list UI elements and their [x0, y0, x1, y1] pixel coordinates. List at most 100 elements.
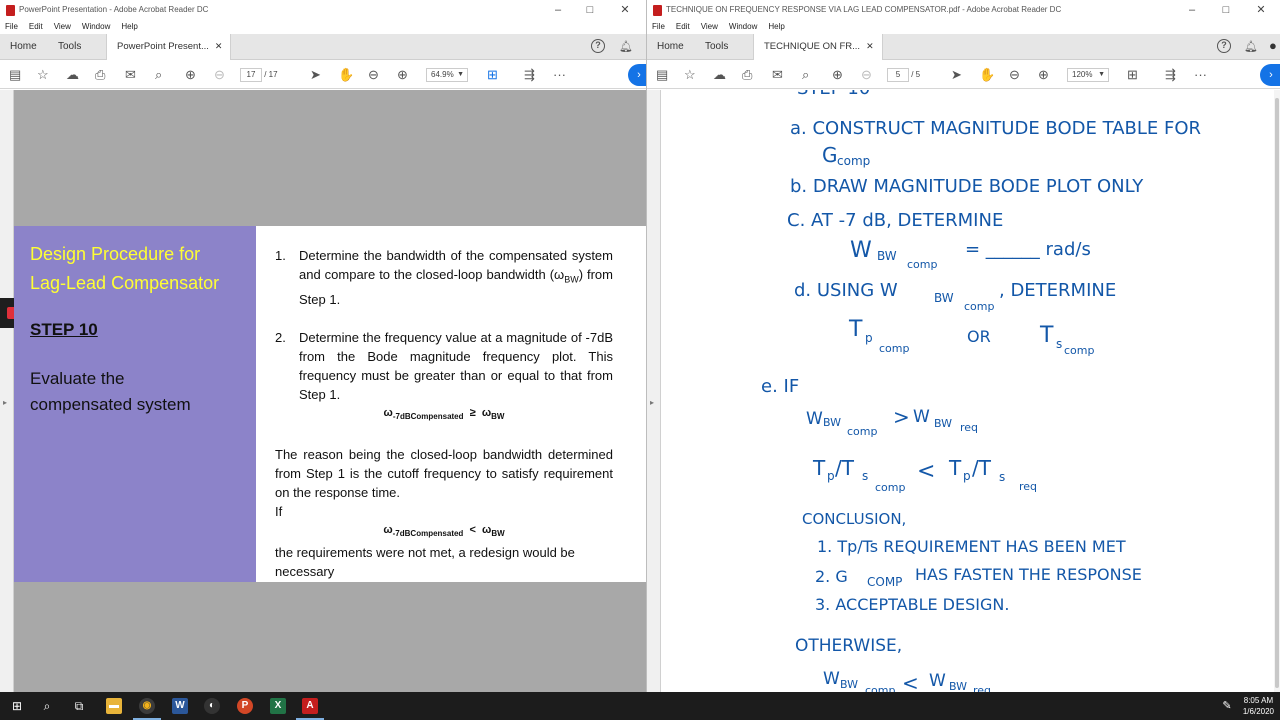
- menu-view[interactable]: View: [54, 20, 71, 34]
- save-icon[interactable]: ▤: [656, 67, 668, 83]
- maximize-button[interactable]: □: [577, 0, 603, 20]
- maximize-button[interactable]: □: [1213, 0, 1239, 20]
- menu-edit[interactable]: Edit: [676, 20, 690, 34]
- menu-edit[interactable]: Edit: [29, 20, 43, 34]
- print-icon[interactable]: ⎙: [742, 67, 752, 83]
- account-icon[interactable]: ●: [1269, 38, 1277, 53]
- acrobat-taskbar-icon[interactable]: A: [302, 698, 318, 714]
- task-view-icon[interactable]: ⧉: [64, 692, 94, 720]
- minimize-button[interactable]: –: [1179, 0, 1205, 20]
- document-view: ▸ Design Procedure for Lag-Lead Compensa…: [0, 90, 646, 692]
- menu-file[interactable]: File: [652, 20, 665, 34]
- note-e-w2-sub: BW: [934, 417, 952, 430]
- close-tab-icon[interactable]: ✕: [866, 41, 874, 51]
- notification-bell-icon[interactable]: 🔔︎: [1244, 40, 1258, 53]
- subscript: BW: [491, 411, 505, 421]
- note-e-t1-sub: p: [827, 469, 835, 483]
- bookmark-star-icon[interactable]: ☆: [37, 67, 49, 83]
- email-icon[interactable]: ✉: [772, 67, 783, 83]
- more-options-icon[interactable]: ···: [1194, 67, 1207, 83]
- slide-title-panel: Design Procedure for Lag-Lead Compensato…: [14, 226, 256, 582]
- fit-page-icon[interactable]: ⊞: [1127, 67, 1138, 83]
- tab-bar: Home Tools TECHNIQUE ON FR... ✕ ? 🔔︎ ●: [647, 34, 1280, 60]
- share-panel-button[interactable]: ›: [628, 64, 646, 86]
- zoom-select[interactable]: 64.9% ▼: [426, 68, 468, 82]
- expand-panel-icon[interactable]: ▸: [3, 398, 7, 407]
- handwritten-notes: STEP 10 a. CONSTRUCT MAGNITUDE BODE TABL…: [761, 90, 1201, 692]
- upload-cloud-icon[interactable]: ☁: [713, 67, 726, 83]
- hand-tool-icon[interactable]: ✋: [979, 67, 995, 83]
- omega-symbol: ω: [383, 406, 393, 419]
- toolbar: ▤ ☆ ☁ ⎙ ✉ ⌕ ⊕ ⊖ 17 / 17 ➤ ✋ ⊖ ⊕ 64.9% ▼ ⊞…: [0, 61, 646, 89]
- equation-lt: ω-7dBCompensated < ωBW: [275, 521, 613, 543]
- menu-view[interactable]: View: [701, 20, 718, 34]
- search-icon[interactable]: ⌕: [155, 67, 162, 83]
- word-icon[interactable]: W: [172, 698, 188, 714]
- page-number-input[interactable]: 5: [887, 68, 909, 82]
- zoom-in-icon[interactable]: ⊕: [397, 67, 408, 83]
- help-icon[interactable]: ?: [591, 39, 605, 53]
- windows-start-icon[interactable]: ⊞: [2, 692, 32, 720]
- scroll-mode-icon[interactable]: ⇶: [524, 67, 535, 83]
- browser-icon[interactable]: ◐: [204, 698, 220, 714]
- tab-home[interactable]: Home: [657, 41, 684, 52]
- save-icon[interactable]: ▤: [9, 67, 21, 83]
- scrollbar-thumb[interactable]: [1275, 98, 1279, 688]
- tab-tools[interactable]: Tools: [58, 41, 81, 52]
- tab-bar: Home Tools PowerPoint Present... ✕ ? 🔔︎: [0, 34, 646, 60]
- vertical-scrollbar[interactable]: [1274, 90, 1280, 692]
- more-options-icon[interactable]: ···: [553, 67, 566, 83]
- zoom-select[interactable]: 120% ▼: [1067, 68, 1109, 82]
- page-up-icon[interactable]: ⊕: [185, 67, 196, 83]
- note-e-lt: <: [917, 459, 935, 484]
- tab-tools[interactable]: Tools: [705, 41, 728, 52]
- excel-icon[interactable]: X: [270, 698, 286, 714]
- note-e-t2-sub2: s: [999, 470, 1005, 484]
- powerpoint-icon[interactable]: P: [237, 698, 253, 714]
- file-explorer-icon[interactable]: ▬: [106, 698, 122, 714]
- menu-help[interactable]: Help: [768, 20, 784, 34]
- window-title: TECHNIQUE ON FREQUENCY RESPONSE VIA LAG …: [666, 5, 1062, 14]
- minimize-button[interactable]: –: [545, 0, 571, 20]
- share-panel-button[interactable]: ›: [1260, 64, 1280, 86]
- fit-page-icon[interactable]: ⊞: [487, 67, 498, 83]
- select-cursor-icon[interactable]: ➤: [951, 67, 962, 83]
- chrome-icon[interactable]: ◉: [139, 698, 155, 714]
- pen-tray-icon[interactable]: ✎: [1212, 692, 1242, 720]
- close-button[interactable]: ✕: [1248, 0, 1274, 20]
- page-down-icon[interactable]: ⊖: [214, 67, 225, 83]
- menu-window[interactable]: Window: [729, 20, 757, 34]
- page-up-icon[interactable]: ⊕: [832, 67, 843, 83]
- zoom-in-icon[interactable]: ⊕: [1038, 67, 1049, 83]
- menu-bar: File Edit View Window Help: [647, 20, 1280, 34]
- search-icon[interactable]: ⌕: [802, 67, 809, 83]
- list-number: 1.: [275, 248, 286, 263]
- operator: ≥: [469, 406, 476, 419]
- upload-cloud-icon[interactable]: ☁: [66, 67, 79, 83]
- tab-home[interactable]: Home: [10, 41, 37, 52]
- tab-document[interactable]: TECHNIQUE ON FR... ✕: [753, 34, 883, 60]
- notification-bell-icon[interactable]: 🔔︎: [619, 40, 633, 53]
- zoom-out-icon[interactable]: ⊖: [1009, 67, 1020, 83]
- menu-help[interactable]: Help: [121, 20, 137, 34]
- print-icon[interactable]: ⎙: [95, 67, 105, 83]
- close-button[interactable]: ✕: [612, 0, 638, 20]
- list-number: 2.: [275, 329, 286, 345]
- menu-window[interactable]: Window: [82, 20, 110, 34]
- help-icon[interactable]: ?: [1217, 39, 1231, 53]
- menu-file[interactable]: File: [5, 20, 18, 34]
- scroll-mode-icon[interactable]: ⇶: [1165, 67, 1176, 83]
- hand-tool-icon[interactable]: ✋: [338, 67, 354, 83]
- page-down-icon[interactable]: ⊖: [861, 67, 872, 83]
- search-icon[interactable]: ⌕: [32, 692, 62, 720]
- chevron-down-icon: ▼: [457, 71, 464, 78]
- page-number-input[interactable]: 17: [240, 68, 262, 82]
- select-cursor-icon[interactable]: ➤: [310, 67, 321, 83]
- email-icon[interactable]: ✉: [125, 67, 136, 83]
- close-tab-icon[interactable]: ✕: [215, 41, 223, 51]
- bookmark-star-icon[interactable]: ☆: [684, 67, 696, 83]
- zoom-out-icon[interactable]: ⊖: [368, 67, 379, 83]
- tab-document[interactable]: PowerPoint Present... ✕: [106, 34, 232, 60]
- note-c-omega: W: [850, 238, 872, 263]
- system-clock[interactable]: 8:05 AM 1/6/2020: [1243, 695, 1274, 717]
